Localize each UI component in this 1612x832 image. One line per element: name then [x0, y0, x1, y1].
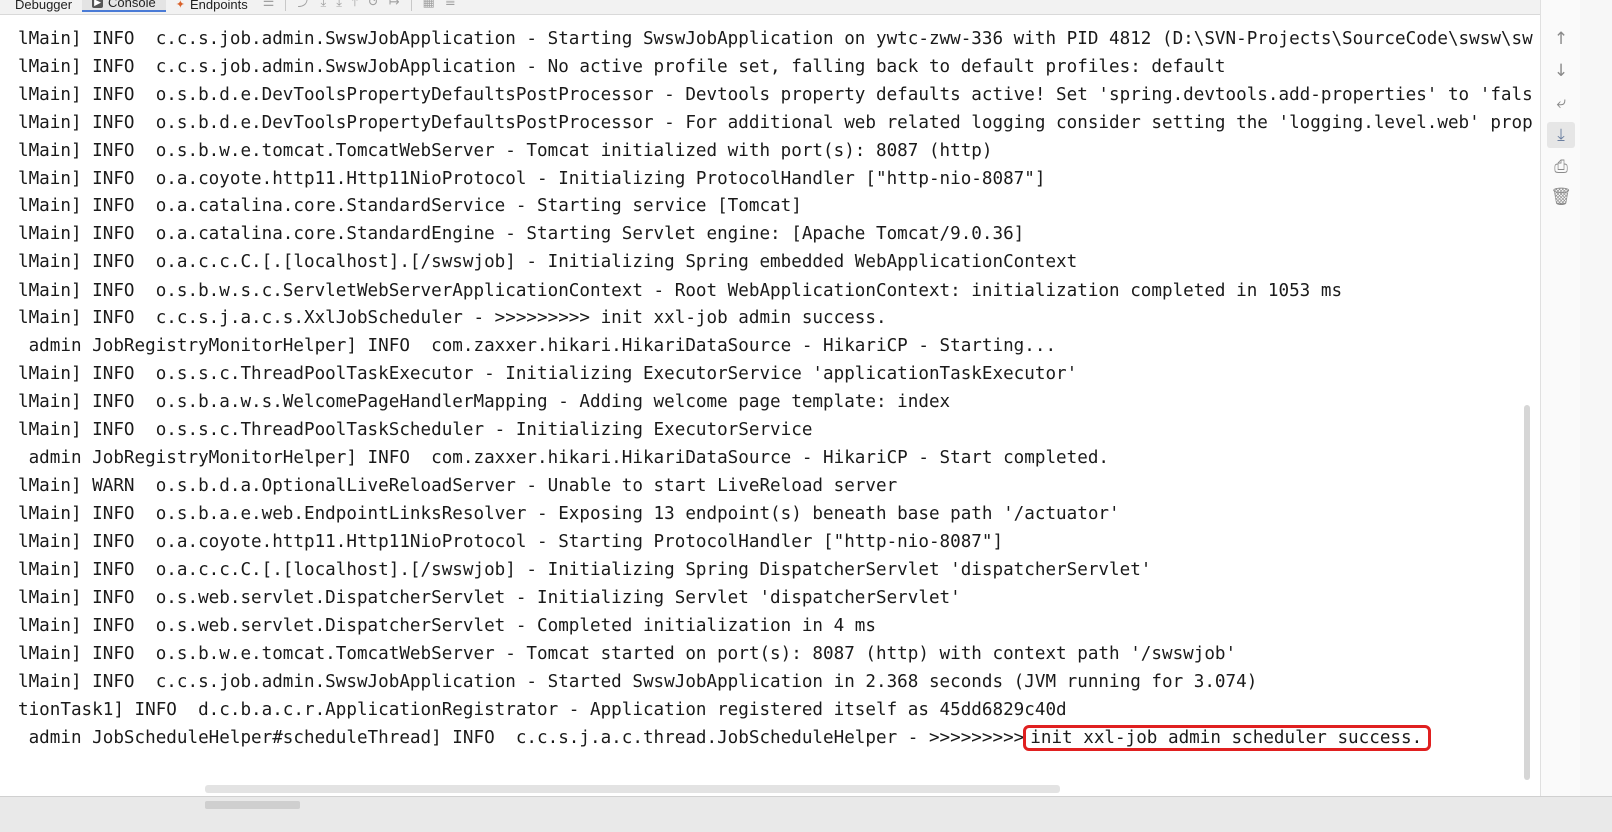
- console-line: lMain] INFO c.c.s.job.admin.SwswJobAppli…: [18, 29, 1533, 49]
- tab-console[interactable]: ▶ Console: [82, 0, 166, 12]
- bottom-tool-strip: [0, 796, 1612, 832]
- horizontal-scrollbar[interactable]: [205, 785, 1060, 793]
- tab-label: Console: [108, 0, 156, 10]
- run-to-cursor-icon[interactable]: ↦: [389, 0, 400, 10]
- console-line: lMain] WARN o.s.b.d.a.OptionalLiveReload…: [18, 476, 898, 496]
- console-line: lMain] INFO o.s.web.servlet.DispatcherSe…: [18, 588, 961, 608]
- toolbar-separator: [285, 0, 287, 11]
- console-line: lMain] INFO c.c.s.j.a.c.s.XxlJobSchedule…: [18, 308, 887, 328]
- console-line: admin JobRegistryMonitorHelper] INFO com…: [18, 448, 1110, 468]
- console-line: lMain] INFO o.a.catalina.core.StandardEn…: [18, 224, 1025, 244]
- menu-icon[interactable]: ☰: [263, 0, 275, 10]
- tab-debugger[interactable]: Debugger: [0, 0, 82, 12]
- console-icon: ▶: [92, 0, 104, 8]
- highlighted-success-message: init xxl-job admin scheduler success.: [1023, 725, 1432, 751]
- console-line: lMain] INFO o.s.b.w.e.tomcat.TomcatWebSe…: [18, 141, 993, 161]
- console-line: lMain] INFO o.s.b.a.w.s.WelcomePageHandl…: [18, 392, 951, 412]
- console-line: lMain] INFO o.a.catalina.core.StandardSe…: [18, 196, 802, 216]
- scroll-up-icon[interactable]: ↑: [1547, 26, 1575, 52]
- console-line-last: admin JobScheduleHelper#scheduleThread] …: [18, 724, 1432, 752]
- bottom-tab[interactable]: [205, 801, 300, 809]
- tab-endpoints[interactable]: ✦ Endpoints: [166, 0, 258, 12]
- force-step-into-icon[interactable]: ⤓: [336, 0, 342, 10]
- clear-all-icon[interactable]: 🗑: [1547, 184, 1575, 210]
- console-line: lMain] INFO o.s.s.c.ThreadPoolTaskExecut…: [18, 364, 1078, 384]
- vertical-scrollbar[interactable]: [1524, 405, 1530, 780]
- tab-label: Debugger: [15, 0, 73, 12]
- console-line: lMain] INFO o.s.b.a.e.web.EndpointLinksR…: [18, 504, 1120, 524]
- console-output[interactable]: lMain] INFO c.c.s.job.admin.SwswJobAppli…: [0, 15, 1540, 785]
- endpoints-icon: ✦: [175, 0, 185, 11]
- console-line: lMain] INFO o.s.b.w.e.tomcat.TomcatWebSe…: [18, 644, 1237, 664]
- drop-frame-icon[interactable]: ↺: [368, 0, 379, 10]
- console-line: lMain] INFO o.a.coyote.http11.Http11NioP…: [18, 169, 1046, 189]
- console-line: lMain] INFO c.c.s.job.admin.SwswJobAppli…: [18, 672, 1258, 692]
- console-line: lMain] INFO o.a.coyote.http11.Http11NioP…: [18, 532, 1004, 552]
- console-line: lMain] INFO o.s.web.servlet.DispatcherSe…: [18, 616, 876, 636]
- scroll-to-end-icon[interactable]: ⤓: [1547, 122, 1575, 148]
- toolbar-separator: [410, 0, 412, 11]
- console-line: lMain] INFO o.s.b.d.e.DevToolsPropertyDe…: [18, 113, 1533, 133]
- step-over-icon[interactable]: ⤴: [297, 0, 310, 10]
- console-line: admin JobRegistryMonitorHelper] INFO com…: [18, 336, 1057, 356]
- console-line: lMain] INFO o.s.s.c.ThreadPoolTaskSchedu…: [18, 420, 813, 440]
- scroll-down-icon[interactable]: ↓: [1547, 58, 1575, 84]
- step-into-icon[interactable]: ⤓: [320, 0, 326, 10]
- step-out-icon[interactable]: ⤒: [352, 0, 358, 10]
- tool-window-tabbar: Debugger ▶ Console ✦ Endpoints ☰ ⤴ ⤓ ⤓ ⤒…: [0, 0, 1580, 15]
- print-icon[interactable]: ⎙: [1547, 154, 1575, 180]
- console-side-toolbar: ↑ ↓ ⤶ ⤓ ⎙ 🗑: [1540, 0, 1581, 800]
- outer-right-gutter: [1580, 0, 1612, 831]
- tab-label: Endpoints: [189, 0, 248, 12]
- soft-wrap-icon[interactable]: ⤶: [1547, 90, 1575, 116]
- console-line: lMain] INFO o.s.b.w.s.c.ServletWebServer…: [18, 281, 1343, 301]
- trace-icon[interactable]: ≡: [445, 0, 456, 10]
- console-line: lMain] INFO o.s.b.d.e.DevToolsPropertyDe…: [18, 85, 1533, 105]
- console-line: lMain] INFO o.a.c.c.C.[.[localhost].[/sw…: [18, 560, 1152, 580]
- console-line: lMain] INFO c.c.s.job.admin.SwswJobAppli…: [18, 57, 1226, 77]
- evaluate-expression-icon[interactable]: ▦: [423, 0, 435, 10]
- console-line: tionTask1] INFO d.c.b.a.c.r.ApplicationR…: [18, 700, 1067, 720]
- last-line-prefix: admin JobScheduleHelper#scheduleThread] …: [18, 728, 1025, 748]
- console-line: lMain] INFO o.a.c.c.C.[.[localhost].[/sw…: [18, 252, 1078, 272]
